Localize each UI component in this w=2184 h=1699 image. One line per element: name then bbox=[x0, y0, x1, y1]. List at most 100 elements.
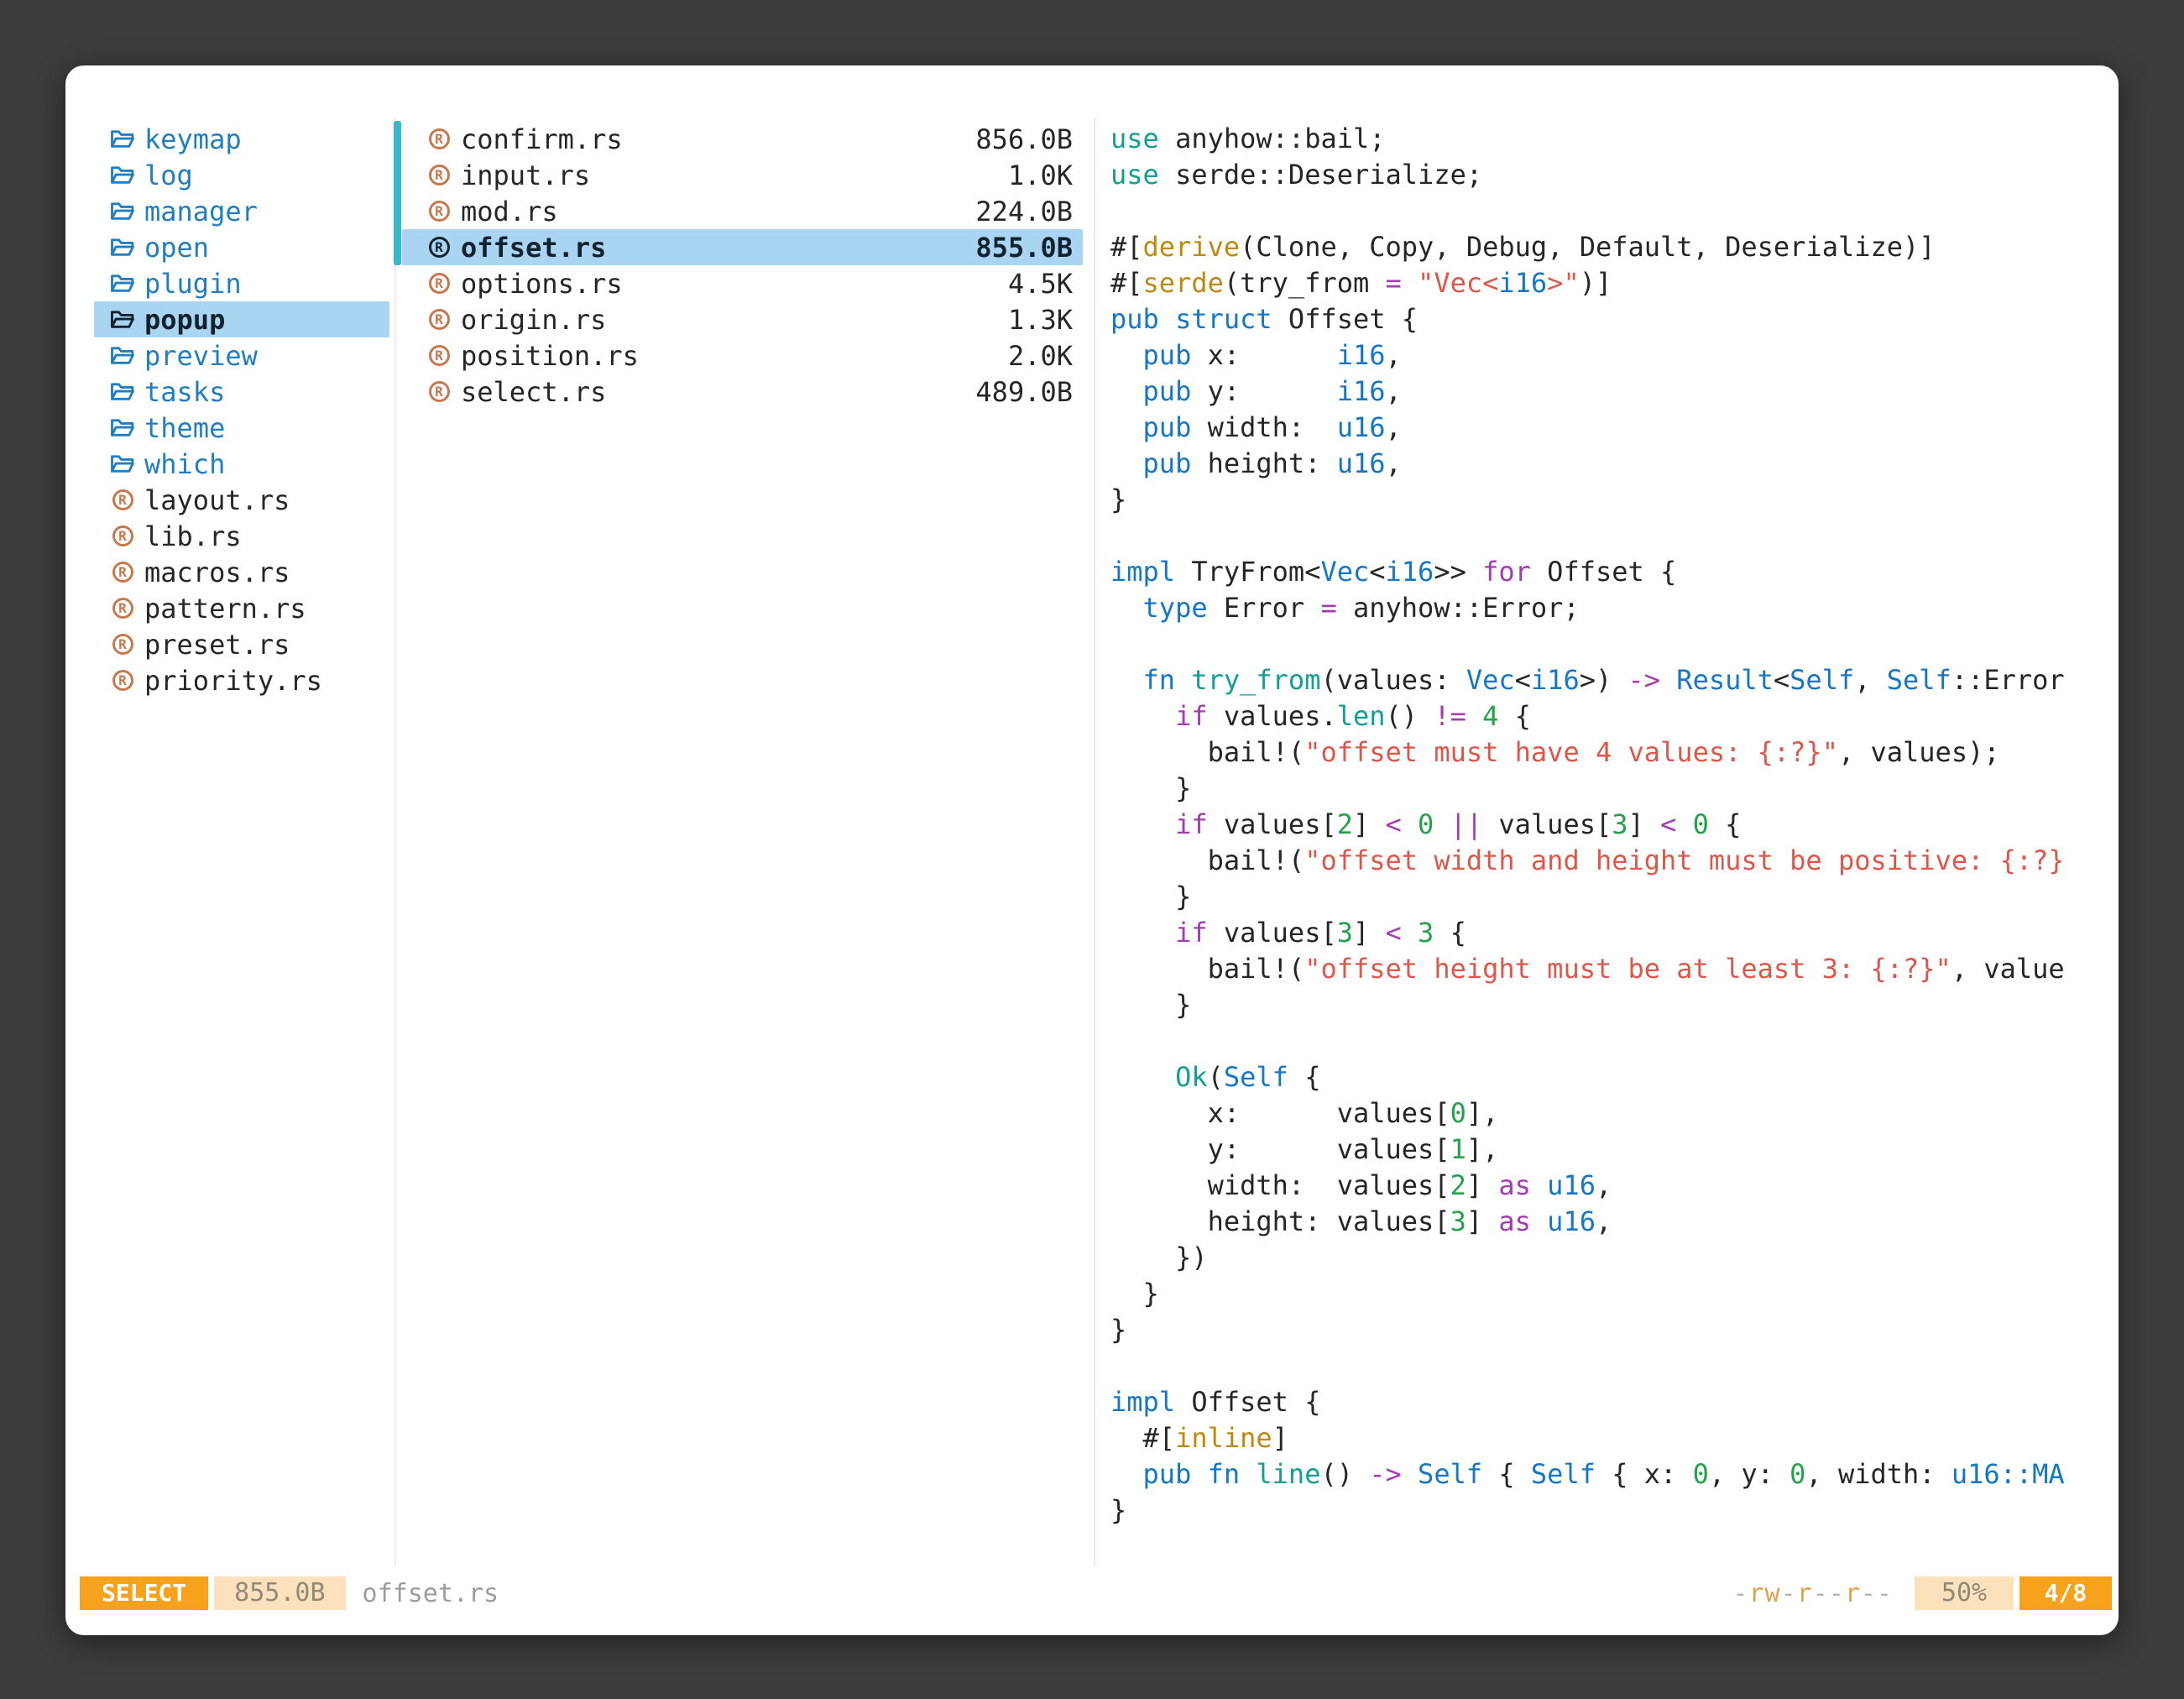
code-line: } bbox=[1110, 987, 2108, 1023]
code-line: } bbox=[1110, 482, 2108, 518]
rust-file-icon: R bbox=[424, 237, 454, 258]
code-line bbox=[1110, 626, 2108, 662]
folder-icon bbox=[107, 345, 138, 366]
folder-icon bbox=[107, 309, 138, 330]
file-row-mod.rs[interactable]: Rmod.rs224.0B bbox=[402, 193, 1083, 229]
file-row-offset.rs[interactable]: Roffset.rs855.0B bbox=[402, 229, 1083, 265]
sidebar-item-lib.rs[interactable]: Rlib.rs bbox=[94, 518, 389, 554]
sidebar-item-layout.rs[interactable]: Rlayout.rs bbox=[94, 482, 389, 518]
folder-icon bbox=[107, 201, 138, 222]
file-size: 4.5K bbox=[1008, 268, 1073, 300]
folder-icon bbox=[107, 381, 138, 402]
rust-file-icon: R bbox=[424, 309, 454, 330]
code-line: bail!("offset must have 4 values: {:?}",… bbox=[1110, 734, 2108, 771]
sidebar-item-open[interactable]: open bbox=[94, 229, 389, 265]
code-line: if values.len() != 4 { bbox=[1110, 698, 2108, 734]
rust-file-icon: R bbox=[107, 634, 138, 655]
scroll-percent-chip: 50% bbox=[1915, 1576, 2014, 1610]
code-line: fn try_from(values: Vec<i16>) -> Result<… bbox=[1110, 662, 2108, 698]
sidebar-item-log[interactable]: log bbox=[94, 157, 389, 193]
file-size-chip: 855.0B bbox=[214, 1576, 345, 1610]
code-line bbox=[1110, 518, 2108, 554]
status-filename: offset.rs bbox=[363, 1579, 499, 1608]
item-label: lib.rs bbox=[144, 520, 242, 552]
rust-file-icon: R bbox=[107, 598, 138, 619]
code-line bbox=[1110, 1348, 2108, 1384]
item-label: preset.rs bbox=[144, 629, 290, 661]
file-row-input.rs[interactable]: Rinput.rs1.0K bbox=[402, 157, 1083, 193]
code-line bbox=[1110, 1023, 2108, 1059]
item-label: preview bbox=[144, 340, 258, 372]
item-label: which bbox=[144, 448, 225, 480]
code-line: y: values[1], bbox=[1110, 1132, 2108, 1168]
rust-file-icon: R bbox=[107, 525, 138, 546]
code-line: use serde::Deserialize; bbox=[1110, 157, 2108, 193]
folder-icon bbox=[107, 453, 138, 474]
item-label: tasks bbox=[144, 376, 225, 408]
rust-file-icon: R bbox=[424, 345, 454, 366]
file-row-position.rs[interactable]: Rposition.rs 2.0K bbox=[402, 337, 1083, 374]
sidebar-item-priority.rs[interactable]: Rpriority.rs bbox=[94, 662, 389, 698]
item-label: pattern.rs bbox=[144, 593, 306, 625]
sidebar-item-preview[interactable]: preview bbox=[94, 337, 389, 374]
sidebar-item-popup[interactable]: popup bbox=[94, 301, 389, 337]
item-label: layout.rs bbox=[144, 484, 290, 516]
rust-file-icon: R bbox=[424, 273, 454, 294]
file-row-origin.rs[interactable]: Rorigin.rs 1.3K bbox=[402, 301, 1083, 337]
sidebar-item-pattern.rs[interactable]: Rpattern.rs bbox=[94, 590, 389, 626]
parent-directory-pane: keymap logmanageropenpluginpopup preview ta… bbox=[94, 121, 389, 698]
code-line: pub x: i16, bbox=[1110, 337, 2108, 374]
permissions: -rw-r--r-- bbox=[1732, 1579, 1893, 1608]
item-label: keymap bbox=[144, 123, 242, 155]
item-label: log bbox=[144, 159, 193, 191]
sidebar-item-keymap[interactable]: keymap bbox=[94, 121, 389, 157]
code-line: impl TryFrom<Vec<i16>> for Offset { bbox=[1110, 554, 2108, 590]
code-line: bail!("offset height must be at least 3:… bbox=[1110, 951, 2108, 987]
rust-file-icon: R bbox=[107, 670, 138, 691]
sidebar-item-theme[interactable]: theme bbox=[94, 410, 389, 446]
code-line: width: values[2] as u16, bbox=[1110, 1168, 2108, 1204]
cursor-position-chip: 4/8 bbox=[2019, 1576, 2112, 1610]
sidebar-item-preset.rs[interactable]: Rpreset.rs bbox=[94, 626, 389, 662]
code-line: #[derive(Clone, Copy, Debug, Default, De… bbox=[1110, 229, 2108, 265]
code-line: }) bbox=[1110, 1240, 2108, 1276]
rust-file-icon: R bbox=[107, 562, 138, 583]
rust-file-icon: R bbox=[424, 381, 454, 402]
sidebar-item-manager[interactable]: manager bbox=[94, 193, 389, 229]
code-line: pub y: i16, bbox=[1110, 374, 2108, 410]
file-name: select.rs bbox=[461, 376, 606, 408]
file-size: 1.3K bbox=[1008, 304, 1073, 336]
file-manager-window: keymap logmanageropenpluginpopup preview ta… bbox=[65, 65, 2119, 1635]
sidebar-item-which[interactable]: which bbox=[94, 446, 389, 482]
file-row-confirm.rs[interactable]: Rconfirm.rs856.0B bbox=[402, 121, 1083, 157]
item-label: popup bbox=[144, 304, 225, 336]
file-size: 1.0K bbox=[1008, 159, 1073, 191]
item-label: macros.rs bbox=[144, 557, 290, 588]
code-line: if values[2] < 0 || values[3] < 0 { bbox=[1110, 807, 2108, 843]
pane-divider-left bbox=[394, 118, 396, 1566]
sidebar-item-plugin[interactable]: plugin bbox=[94, 265, 389, 301]
folder-icon bbox=[107, 237, 138, 258]
code-line: } bbox=[1110, 879, 2108, 915]
sidebar-item-tasks[interactable]: tasks bbox=[94, 374, 389, 410]
file-name: origin.rs bbox=[461, 304, 606, 336]
code-line: use anyhow::bail; bbox=[1110, 121, 2108, 157]
code-line: } bbox=[1110, 1312, 2108, 1348]
file-row-select.rs[interactable]: Rselect.rs489.0B bbox=[402, 374, 1083, 410]
code-line: } bbox=[1110, 1493, 2108, 1529]
code-line: #[inline] bbox=[1110, 1420, 2108, 1456]
status-bar: SELECT 855.0B offset.rs -rw-r--r-- 50% 4… bbox=[80, 1576, 2112, 1610]
code-line bbox=[1110, 193, 2108, 229]
file-size: 2.0K bbox=[1008, 340, 1073, 372]
file-size: 224.0B bbox=[975, 196, 1073, 227]
file-row-options.rs[interactable]: Roptions.rs 4.5K bbox=[402, 265, 1083, 301]
file-name: options.rs bbox=[461, 268, 623, 300]
code-line: type Error = anyhow::Error; bbox=[1110, 590, 2108, 626]
rust-file-icon: R bbox=[424, 201, 454, 222]
rust-file-icon: R bbox=[424, 128, 454, 149]
code-line: pub fn line() -> Self { Self { x: 0, y: … bbox=[1110, 1456, 2108, 1493]
item-label: priority.rs bbox=[144, 665, 322, 697]
selection-marker bbox=[394, 121, 401, 265]
file-name: position.rs bbox=[461, 340, 639, 372]
sidebar-item-macros.rs[interactable]: Rmacros.rs bbox=[94, 554, 389, 590]
